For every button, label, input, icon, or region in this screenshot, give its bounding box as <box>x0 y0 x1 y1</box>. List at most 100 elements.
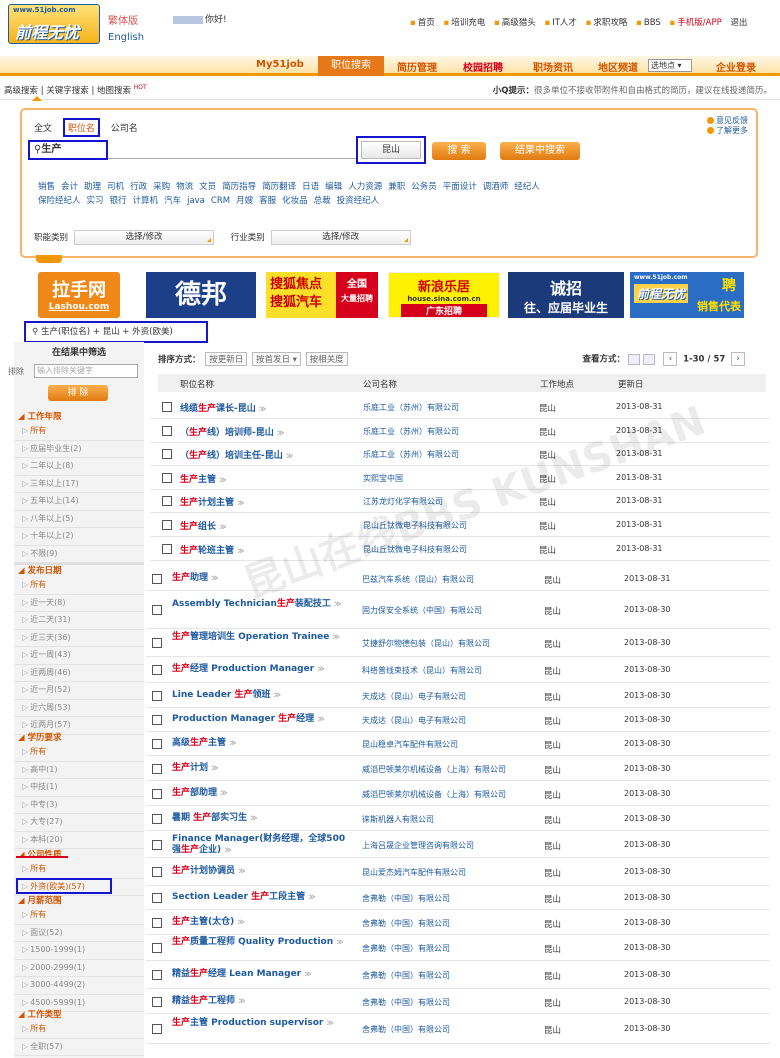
table-row[interactable]: Line Leader 生产领班 ≫ 天成达（昆山）电子有限公司 昆山 2013-08… <box>146 683 770 708</box>
ad-debang[interactable]: 德邦 <box>146 272 256 318</box>
company-link[interactable]: 舍弗勒（中国）有限公司 <box>362 1024 450 1035</box>
company-link[interactable]: 舍弗勒（中国）有限公司 <box>362 943 450 954</box>
exclude-input[interactable]: 输入排除关键字 <box>34 364 138 378</box>
location-select[interactable]: 昆山 <box>361 141 421 159</box>
prev-page-icon[interactable]: ‹ <box>663 352 678 366</box>
table-row[interactable]: 生产质量工程师 Quality Production ≫ 舍弗勒（中国）有限公司 昆… <box>146 935 770 961</box>
view-list-icon[interactable] <box>627 353 640 365</box>
table-row[interactable]: 生产主管 Production supervisor ≫ 舍弗勒（中国）有限公司 昆… <box>146 1014 770 1044</box>
row-checkbox[interactable] <box>152 574 162 584</box>
row-checkbox[interactable] <box>162 402 172 412</box>
hot-keyword-link[interactable]: 文员 <box>199 182 216 192</box>
company-link[interactable]: 威滔巴顿莱尔机械设备（上海）有限公司 <box>362 764 506 775</box>
filter-option[interactable]: ▷ 所有 <box>14 423 144 441</box>
hot-keyword-link[interactable]: 公务员 <box>411 182 437 192</box>
filter-option[interactable]: ▷ 二年以上(8) <box>14 458 144 476</box>
job-title-link[interactable]: 生产经理 Production Manager ≫ <box>172 664 350 675</box>
filter-option[interactable]: ▷ 五年以上(14) <box>14 493 144 511</box>
filter-option[interactable]: ▷ 中专(3) <box>14 797 144 814</box>
company-link[interactable]: 巴兹汽车系统（昆山）有限公司 <box>362 574 474 585</box>
filter-option[interactable]: ▷ 所有 <box>14 1021 144 1039</box>
job-title-link[interactable]: 生产管理培训生 Operation Trainee ≫ <box>172 632 350 643</box>
row-checkbox[interactable] <box>152 814 162 824</box>
job-title-link[interactable]: 生产质量工程师 Quality Production ≫ <box>172 937 350 948</box>
row-checkbox[interactable] <box>152 638 162 648</box>
industry-select-button[interactable]: 选择/修改 <box>270 230 411 245</box>
link-mobile[interactable]: 手机版/APP <box>677 18 721 28</box>
city-select[interactable]: 选地点 ▾ <box>648 59 692 72</box>
link-training[interactable]: 培训充电 <box>451 18 485 28</box>
table-row[interactable]: 生产部助理 ≫ 威滔巴顿莱尔机械设备（上海）有限公司 昆山 2013-08-30 <box>146 781 770 806</box>
job-title-link[interactable]: （生产线）培训师-昆山 ≫ <box>180 425 284 438</box>
filter-option[interactable]: ▷ 高中(1) <box>14 762 144 779</box>
nav-my51job[interactable]: My51job <box>256 59 304 70</box>
table-row[interactable]: 生产管理培训生 Operation Trainee ≫ 艾捷舒尔物德包装（昆山）有… <box>146 629 770 657</box>
nav-job-search[interactable]: 职位搜索 <box>318 56 384 76</box>
filter-option[interactable]: ▷ 近两周(46) <box>14 665 144 682</box>
company-link[interactable]: 天成达（昆山）电子有限公司 <box>362 715 466 726</box>
job-title-link[interactable]: 生产计划协调员 ≫ <box>172 866 350 877</box>
filter-option[interactable]: ▷ 所有 <box>14 907 144 925</box>
job-title-link[interactable]: 生产组长 ≫ <box>180 519 226 532</box>
sort-relevance-button[interactable]: 按相关度 <box>305 352 348 366</box>
job-title-link[interactable]: Section Leader 生产工段主管 ≫ <box>172 892 350 903</box>
filter-option[interactable]: ▷ 2000-2999(1) <box>14 960 144 977</box>
filter-option[interactable]: ▷ 全职(57) <box>14 1039 144 1056</box>
hot-keyword-link[interactable]: 平面设计 <box>443 182 477 192</box>
filter-option[interactable]: ▷ 近六周(53) <box>14 700 144 717</box>
company-link[interactable]: 威滔巴顿莱尔机械设备（上海）有限公司 <box>362 789 506 800</box>
nav-enterprise-login[interactable]: 企业登录 <box>716 59 756 74</box>
filter-option[interactable]: ▷ 应届毕业生(2) <box>14 441 144 458</box>
table-row[interactable]: 精益生产工程师 ≫ 舍弗勒（中国）有限公司 昆山 2013-08-30 <box>146 989 770 1014</box>
ad-sohu[interactable]: 搜狐焦点 搜狐汽车 全国 大量招聘 <box>266 272 378 318</box>
job-title-link[interactable]: （生产线）培训主任-昆山 ≫ <box>180 448 293 461</box>
hot-keyword-link[interactable]: 月嫂 <box>236 196 253 206</box>
hot-keyword-link[interactable]: 实习 <box>87 196 104 206</box>
job-title-link[interactable]: 生产部助理 ≫ <box>172 788 350 799</box>
hot-keyword-link[interactable]: 物流 <box>176 182 193 192</box>
ad-recruit[interactable]: 诚招 往、应届毕业生 <box>508 272 624 318</box>
company-link[interactable]: 乐庭工业（苏州）有限公司 <box>363 402 459 413</box>
row-checkbox[interactable] <box>152 691 162 701</box>
row-checkbox[interactable] <box>162 496 172 507</box>
tab-company[interactable]: 公司名 <box>111 121 138 134</box>
job-title-link[interactable]: 生产计划主管 ≫ <box>180 495 244 508</box>
table-row[interactable]: 生产计划 ≫ 威滔巴顿莱尔机械设备（上海）有限公司 昆山 2013-08-30 <box>146 756 770 781</box>
filter-option[interactable]: ▷ 近二天(31) <box>14 612 144 630</box>
table-row[interactable]: 生产主管(太仓) ≫ 舍弗勒（中国）有限公司 昆山 2013-08-30 <box>146 910 770 935</box>
table-row[interactable]: Production Manager 生产经理 ≫ 天成达（昆山）电子有限公司 昆山… <box>146 708 770 732</box>
row-checkbox[interactable] <box>152 840 162 850</box>
filter-option[interactable]: ▷ 大专(27) <box>14 814 144 832</box>
lang-traditional-link[interactable]: 繁体版 <box>108 14 144 30</box>
filter-option[interactable]: ▷ 本科(20) <box>14 832 144 849</box>
job-title-link[interactable]: 生产主管 Production supervisor ≫ <box>172 1018 350 1029</box>
link-headhunter[interactable]: 高级猎头 <box>502 18 536 28</box>
row-checkbox[interactable] <box>152 715 162 725</box>
filter-option[interactable]: ▷ 近两月(57) <box>14 717 144 735</box>
row-checkbox[interactable] <box>152 867 162 877</box>
hot-keyword-link[interactable]: 化妆品 <box>282 196 308 206</box>
job-title-link[interactable]: 生产计划 ≫ <box>172 763 350 774</box>
row-checkbox[interactable] <box>162 425 172 436</box>
hot-keyword-link[interactable]: 日语 <box>302 182 319 192</box>
job-title-link[interactable]: 精益生产经理 Lean Manager ≫ <box>172 969 350 980</box>
hot-keyword-link[interactable]: 汽车 <box>164 196 181 206</box>
row-checkbox[interactable] <box>162 449 172 460</box>
filter-option[interactable]: ▷ 3000-4499(2) <box>14 977 144 995</box>
search-within-button[interactable]: 结果中搜索 <box>500 142 580 160</box>
row-checkbox[interactable] <box>152 918 162 928</box>
next-page-icon[interactable]: › <box>731 352 745 366</box>
filter-option[interactable]: ▷ 不限(9) <box>14 546 144 563</box>
filter-option[interactable]: ▷ 所有 <box>14 744 144 762</box>
hot-keyword-link[interactable]: 会计 <box>61 182 78 192</box>
row-checkbox[interactable] <box>152 605 162 615</box>
exclude-button[interactable]: 排 除 <box>48 385 108 401</box>
table-row[interactable]: 精益生产经理 Lean Manager ≫ 舍弗勒（中国）有限公司 昆山 2013-0… <box>146 961 770 989</box>
hot-keyword-link[interactable]: 兼职 <box>388 182 405 192</box>
table-row[interactable]: 高级生产主管 ≫ 昆山稳卓汽车配件有限公司 昆山 2013-08-30 <box>146 732 770 756</box>
ad-lashou[interactable]: 拉手网 Lashou.com <box>38 272 120 318</box>
company-link[interactable]: 乐庭工业（苏州）有限公司 <box>363 426 459 437</box>
filter-option[interactable]: ▷ 中技(1) <box>14 779 144 797</box>
sort-update-button[interactable]: 按更新日 <box>205 352 248 366</box>
table-row[interactable]: 暑期 生产部实习生 ≫ 徕斯机器人有限公司 昆山 2013-08-30 <box>146 806 770 831</box>
